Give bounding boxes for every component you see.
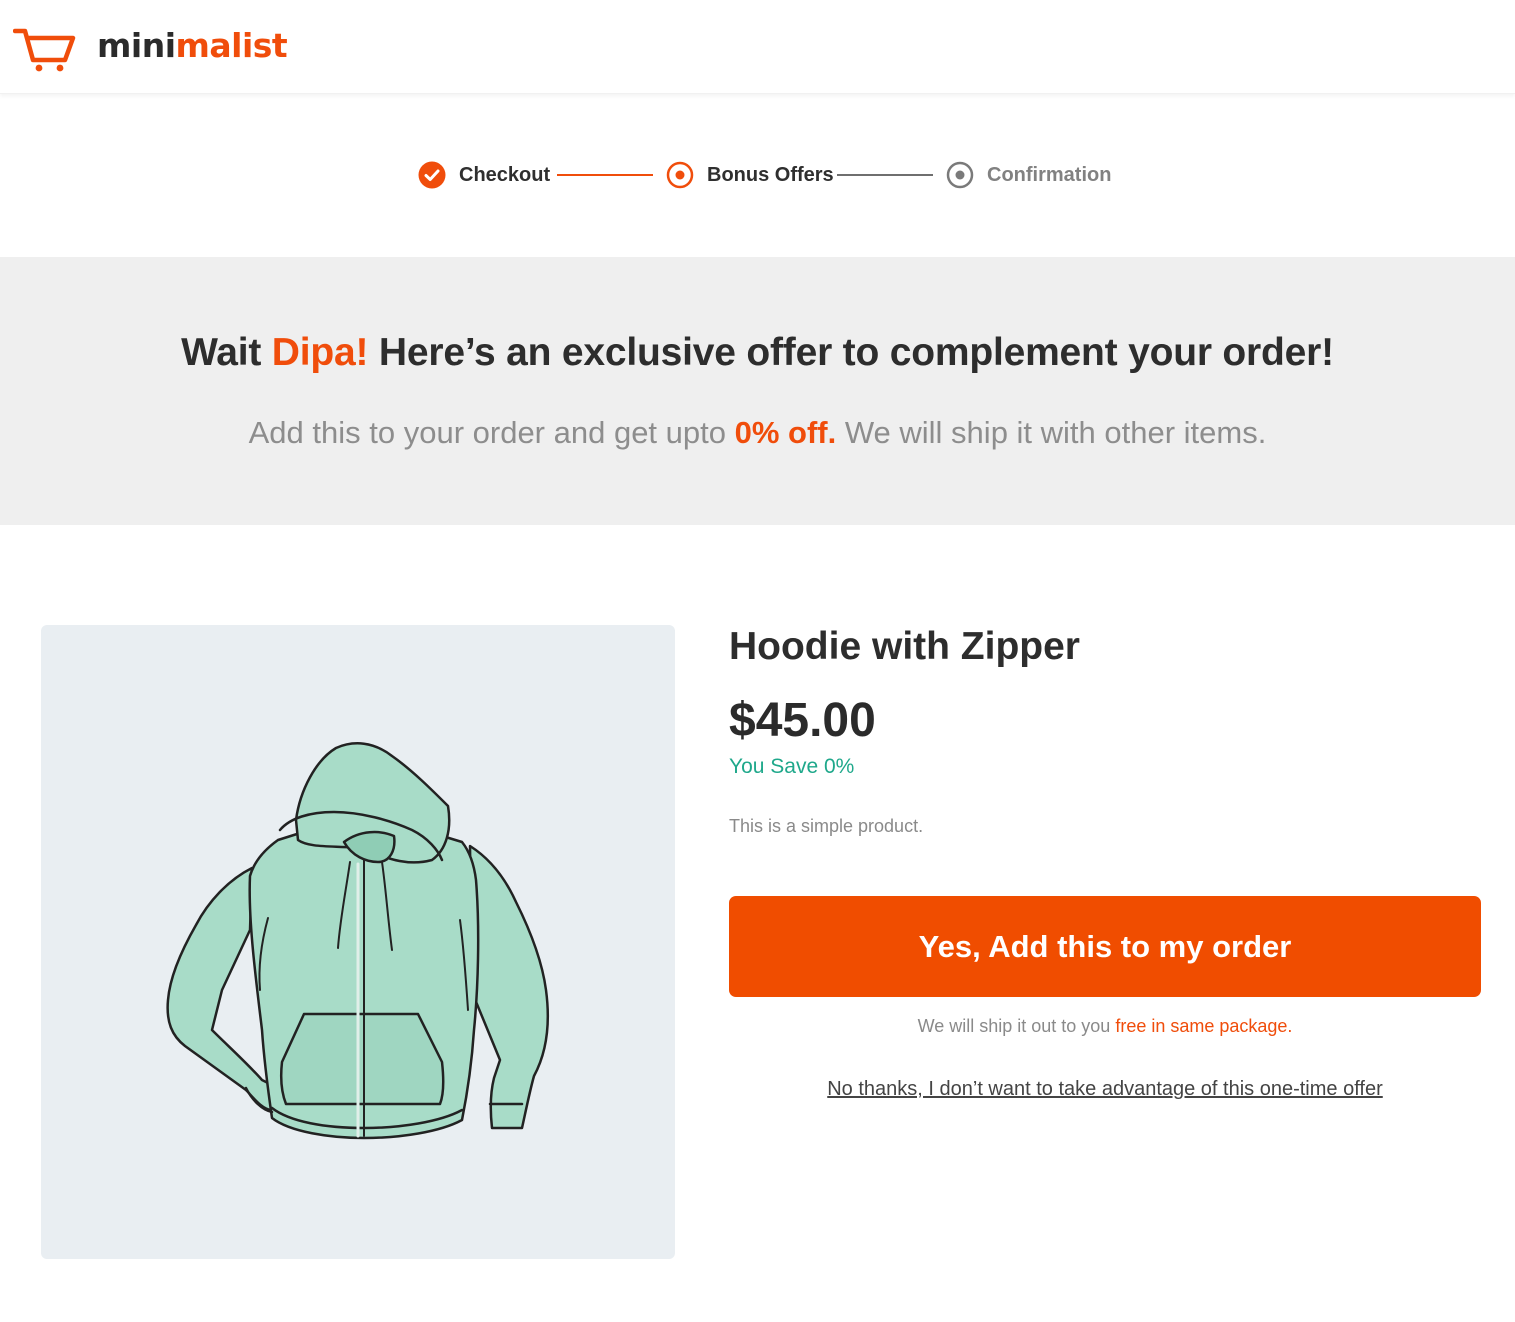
- step-label-checkout: Checkout: [459, 163, 551, 186]
- subheadline-suffix: We will ship it with other items.: [836, 415, 1267, 450]
- brand-name-part-1: mini: [97, 25, 176, 65]
- brand-logo[interactable]: minimalist: [13, 22, 288, 72]
- step-checkout: Checkout: [418, 160, 550, 190]
- check-circle-icon: [418, 161, 446, 189]
- shipping-note-highlight: free in same package.: [1115, 1016, 1293, 1036]
- radio-dot-icon: [666, 161, 694, 189]
- savings-text: You Save 0%: [729, 755, 855, 778]
- step-label-bonus-offers: Bonus Offers: [707, 163, 834, 186]
- customer-name: Dipa!: [271, 331, 369, 374]
- shipping-note-prefix: We will ship it out to you: [917, 1016, 1116, 1036]
- product-title: Hoodie with Zipper: [729, 625, 1080, 668]
- headline-prefix: Wait: [181, 331, 272, 374]
- brand-name: minimalist: [97, 25, 288, 65]
- product-price: $45.00: [729, 694, 876, 747]
- product-image: [41, 625, 675, 1259]
- shopping-cart-icon: [13, 28, 76, 72]
- site-header: minimalist: [0, 0, 1515, 94]
- step-confirmation: Confirmation: [946, 160, 1111, 190]
- shipping-note: We will ship it out to you free in same …: [729, 1016, 1481, 1037]
- headline-suffix: Here’s an exclusive offer to complement …: [368, 331, 1334, 374]
- discount-text: 0% off.: [734, 415, 837, 450]
- decline-offer-link[interactable]: No thanks, I don’t want to take advantag…: [729, 1078, 1481, 1101]
- offer-subheadline: Add this to your order and get upto 0% o…: [0, 415, 1515, 451]
- product-description: This is a simple product.: [729, 816, 924, 836]
- step-bonus-offers: Bonus Offers: [666, 160, 834, 190]
- brand-name-part-2: malist: [175, 25, 288, 65]
- step-connector-1: [557, 174, 653, 176]
- offer-headline: Wait Dipa! Here’s an exclusive offer to …: [0, 331, 1515, 375]
- subheadline-prefix: Add this to your order and get upto: [248, 415, 735, 450]
- add-to-order-button[interactable]: Yes, Add this to my order: [729, 896, 1481, 997]
- offer-banner: Wait Dipa! Here’s an exclusive offer to …: [0, 257, 1515, 525]
- radio-dot-icon: [946, 161, 974, 189]
- step-label-confirmation: Confirmation: [987, 163, 1112, 186]
- hoodie-image: [166, 742, 550, 1140]
- step-connector-2: [837, 174, 933, 176]
- checkout-progress-steps: Checkout Bonus Offers Confirmation: [0, 160, 1515, 190]
